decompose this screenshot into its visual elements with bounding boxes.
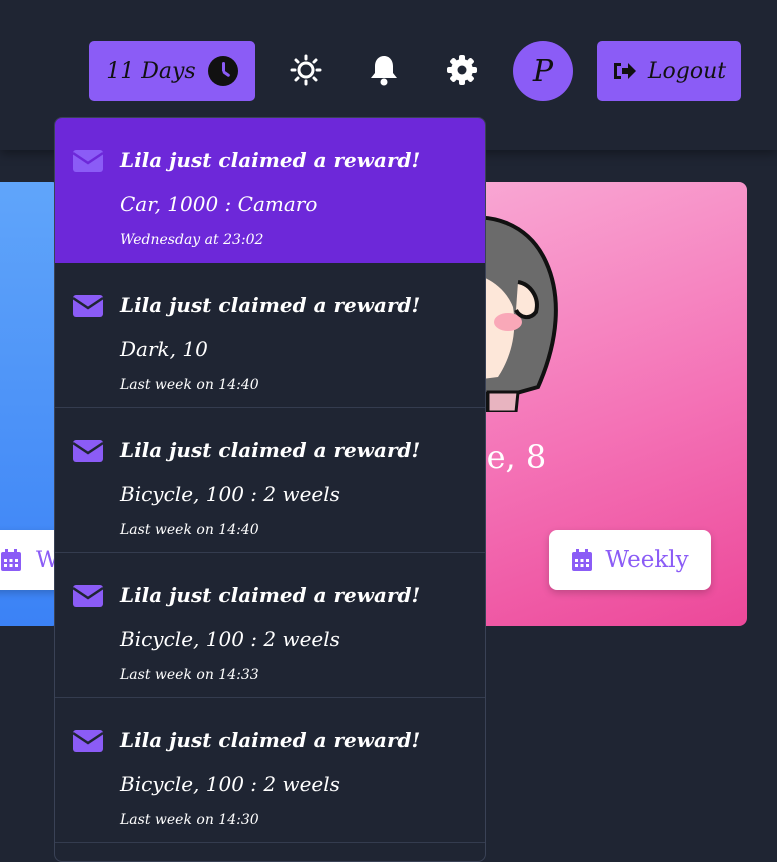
logout-icon xyxy=(613,63,636,79)
child-card-left: We xyxy=(0,182,100,626)
logout-button[interactable]: Logout xyxy=(597,41,741,101)
notification-title: Lila just claimed a reward! xyxy=(120,293,421,317)
envelope-icon xyxy=(73,440,103,462)
settings-button[interactable] xyxy=(444,52,480,88)
notification-time: Last week on 14:30 xyxy=(120,812,259,828)
notification-item[interactable]: Lila just claimed a reward! Bicycle, 100… xyxy=(55,698,485,843)
days-counter-button[interactable]: 11 Days xyxy=(89,41,255,101)
days-counter-label: 11 Days xyxy=(106,58,196,84)
calendar-icon xyxy=(572,549,593,571)
envelope-icon xyxy=(73,730,103,752)
notification-time: Last week on 14:40 xyxy=(120,377,259,393)
notification-item[interactable]: Lila just claimed a reward! Bicycle, 100… xyxy=(55,408,485,553)
envelope-icon xyxy=(73,295,103,317)
notification-title: Lila just claimed a reward! xyxy=(120,148,421,172)
sun-icon xyxy=(290,54,322,86)
clock-icon xyxy=(207,56,238,86)
avatar-initial: P xyxy=(532,53,554,89)
notification-time: Wednesday at 23:02 xyxy=(120,232,264,248)
notification-time: Last week on 14:33 xyxy=(120,667,259,683)
envelope-icon xyxy=(73,150,103,172)
envelope-icon xyxy=(73,585,103,607)
user-avatar[interactable]: P xyxy=(513,41,573,101)
weekly-label-right: Weekly xyxy=(605,547,689,573)
weekly-button-right[interactable]: Weekly xyxy=(549,530,711,590)
logout-label: Logout xyxy=(647,58,727,84)
notification-body: Dark, 10 xyxy=(120,337,208,361)
gear-icon xyxy=(447,55,477,85)
notifications-dropdown: Lila just claimed a reward! Car, 1000 : … xyxy=(54,117,486,862)
notification-item[interactable]: Lila just claimed a reward! Dark, 10 Las… xyxy=(55,263,485,408)
notification-item[interactable]: Lila just claimed a reward! Bicycle, 100… xyxy=(55,553,485,698)
notification-body: Car, 1000 : Camaro xyxy=(120,192,318,216)
calendar-icon xyxy=(1,549,21,571)
notification-title: Lila just claimed a reward! xyxy=(120,438,421,462)
bell-icon xyxy=(371,56,397,86)
theme-toggle-button[interactable] xyxy=(288,52,324,88)
notification-title: Lila just claimed a reward! xyxy=(120,583,421,607)
notification-item[interactable]: Lila just claimed a reward! Car, 1000 : … xyxy=(55,118,485,263)
notification-body: Bicycle, 100 : 2 weels xyxy=(120,482,340,506)
notification-time: Last week on 14:40 xyxy=(120,522,259,538)
notification-title: Lila just claimed a reward! xyxy=(120,728,421,752)
notification-body: Bicycle, 100 : 2 weels xyxy=(120,772,340,796)
notification-body: Bicycle, 100 : 2 weels xyxy=(120,627,340,651)
child-card-right: ne, 8 Weekly xyxy=(458,182,747,626)
notifications-button[interactable] xyxy=(366,52,402,88)
